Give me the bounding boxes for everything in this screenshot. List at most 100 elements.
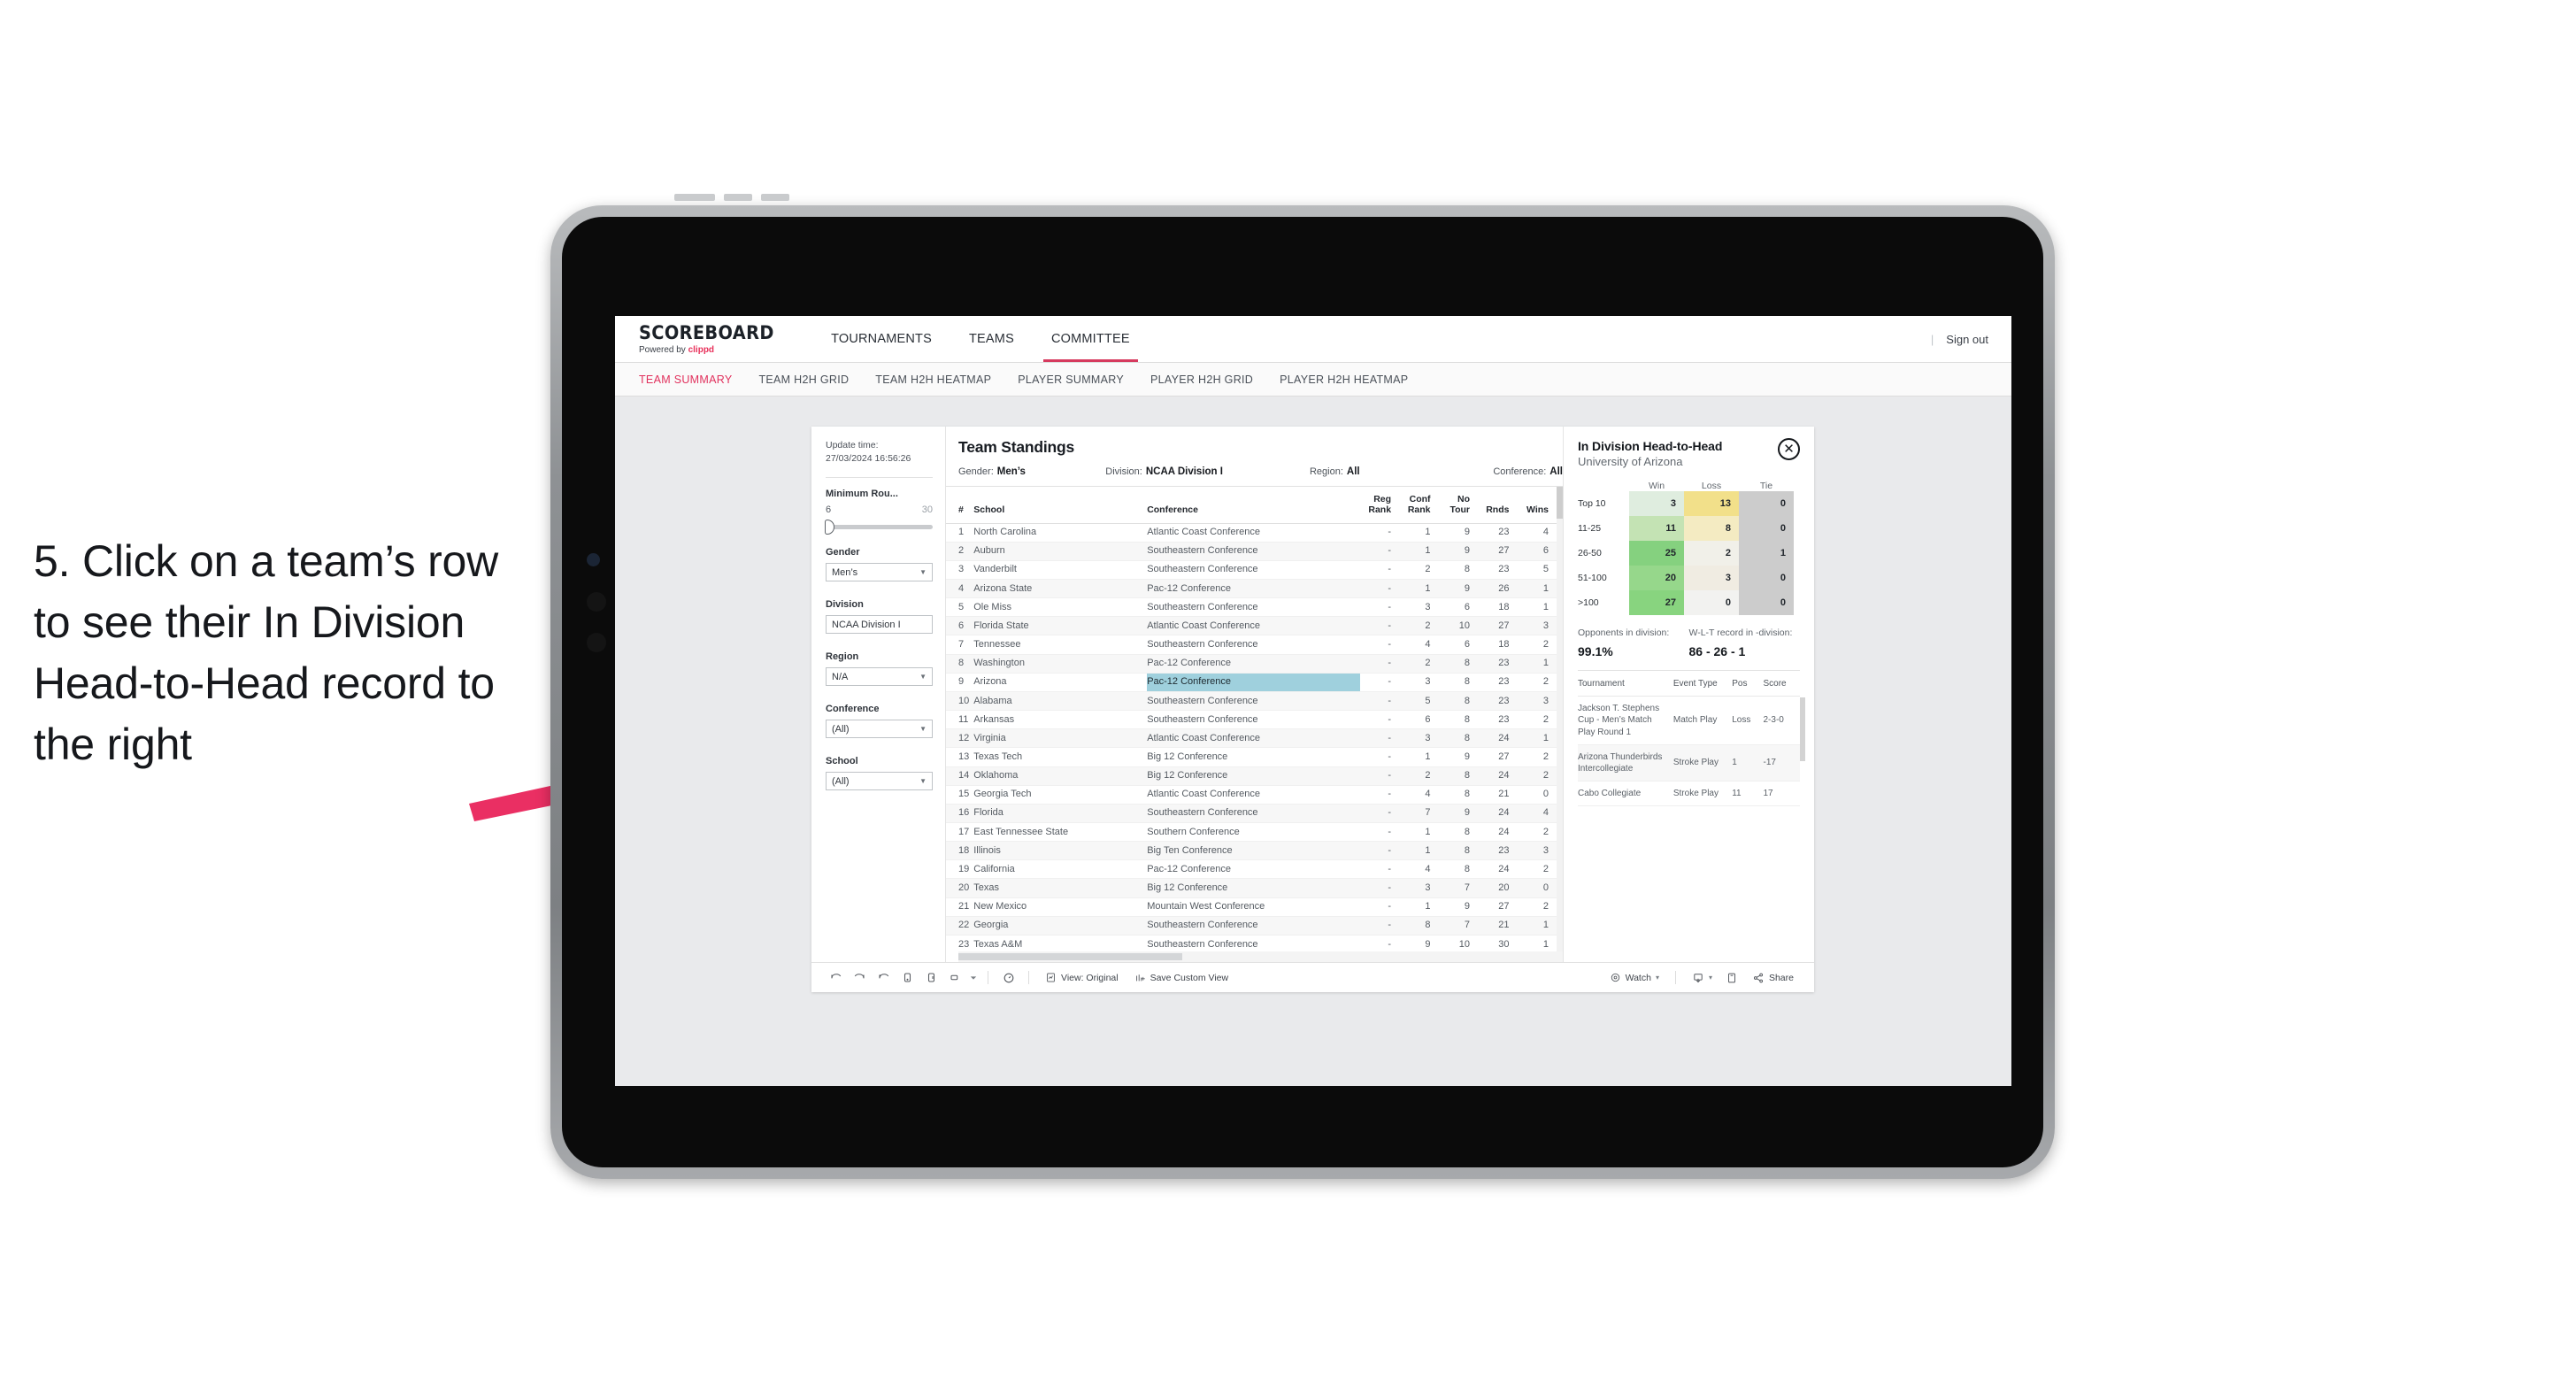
table-row[interactable]: 18 Illinois Big Ten Conference -1 8 23 3 bbox=[946, 841, 1557, 861]
school-select[interactable]: (All) ▼ bbox=[826, 772, 933, 791]
tab-team-h2h-grid[interactable]: TEAM H2H GRID bbox=[758, 373, 849, 386]
cell-conference: Southeastern Conference bbox=[1147, 691, 1360, 712]
cell-no-tour: 9 bbox=[1438, 747, 1478, 767]
table-row[interactable]: 5 Ole Miss Southeastern Conference -3 6 18 1 bbox=[946, 597, 1557, 618]
show-me-icon[interactable] bbox=[996, 971, 1020, 985]
pause-updates-icon[interactable] bbox=[919, 971, 943, 984]
tab-player-h2h-grid[interactable]: PLAYER H2H GRID bbox=[1150, 373, 1253, 386]
signout-link[interactable]: Sign out bbox=[1946, 333, 1988, 346]
cell-school: New Mexico bbox=[973, 897, 1148, 917]
cell-conference: Pac-12 Conference bbox=[1147, 654, 1360, 674]
watch-button[interactable]: Watch ▾ bbox=[1602, 972, 1667, 983]
slider-track[interactable] bbox=[825, 520, 933, 535]
table-row[interactable]: 11 Arkansas Southeastern Conference -6 8 23 2 bbox=[946, 710, 1557, 730]
col-no-tour[interactable]: No Tour bbox=[1438, 487, 1478, 524]
view-original-button[interactable]: View: Original bbox=[1037, 972, 1127, 983]
table-row[interactable]: 2 Auburn Southeastern Conference -1 9 27 6 bbox=[946, 542, 1557, 561]
table-row[interactable]: 22 Georgia Southeastern Conference -8 7 21 1 bbox=[946, 916, 1557, 936]
cell-wins: 4 bbox=[1517, 804, 1557, 824]
chevron-down-icon[interactable] bbox=[967, 974, 980, 982]
col-wins[interactable]: Wins bbox=[1517, 487, 1557, 524]
cell-rnds: 23 bbox=[1478, 673, 1518, 692]
table-row[interactable]: 14 Oklahoma Big 12 Conference -2 8 24 2 bbox=[946, 766, 1557, 786]
region-select[interactable]: N/A ▼ bbox=[826, 667, 933, 687]
refresh-data-icon[interactable] bbox=[896, 971, 919, 984]
heatmap-col-tie: Tie bbox=[1759, 481, 1773, 491]
meta-conference-label: Conference: bbox=[1493, 466, 1547, 477]
tournament-row[interactable]: Jackson T. Stephens Cup - Men’s Match Pl… bbox=[1578, 696, 1800, 745]
standings-meta: Gender: Men’s Division: NCAA Division I Re… bbox=[958, 466, 1563, 486]
col-rank[interactable]: # bbox=[946, 487, 974, 524]
table-row[interactable]: 1 North Carolina Atlantic Coast Conference… bbox=[946, 523, 1557, 543]
cell-rnds: 23 bbox=[1478, 654, 1518, 674]
table-row[interactable]: 4 Arizona State Pac-12 Conference -1 9 26 1 bbox=[946, 579, 1557, 599]
col-tournament: Tournament bbox=[1578, 671, 1673, 697]
fullscreen-icon[interactable] bbox=[1720, 972, 1744, 984]
cell-wins: 1 bbox=[1517, 597, 1557, 618]
tab-team-h2h-heatmap[interactable]: TEAM H2H HEATMAP bbox=[875, 373, 991, 386]
sensor-dot-2 bbox=[587, 633, 606, 652]
nav-teams[interactable]: TEAMS bbox=[950, 316, 1033, 362]
table-row[interactable]: 16 Florida Southeastern Conference -7 9 24 4 bbox=[946, 804, 1557, 824]
undo-icon[interactable] bbox=[824, 971, 848, 984]
table-horizontal-scrollbar[interactable] bbox=[958, 951, 1563, 962]
gender-select[interactable]: Men’s ▼ bbox=[826, 563, 933, 582]
tab-player-h2h-heatmap[interactable]: PLAYER H2H HEATMAP bbox=[1280, 373, 1408, 386]
table-row[interactable]: 10 Alabama Southeastern Conference -5 8 23 3 bbox=[946, 691, 1557, 712]
nav-tournaments[interactable]: TOURNAMENTS bbox=[812, 316, 950, 362]
table-row[interactable]: 20 Texas Big 12 Conference -3 7 20 0 bbox=[946, 878, 1557, 898]
cell-pos: 11 bbox=[1732, 781, 1764, 807]
region-label: Region bbox=[826, 651, 859, 663]
conference-select[interactable]: (All) ▼ bbox=[826, 720, 933, 739]
cell-reg-rank: - bbox=[1359, 804, 1400, 824]
meta-region-label: Region: bbox=[1309, 466, 1343, 477]
save-custom-view-button[interactable]: Save Custom View bbox=[1127, 972, 1237, 983]
scroll-thumb[interactable] bbox=[1557, 487, 1563, 519]
heatmap-cell: 3 bbox=[1629, 491, 1684, 516]
meta-division-value: NCAA Division I bbox=[1145, 466, 1223, 477]
table-row[interactable]: 8 Washington Pac-12 Conference -2 8 23 1 bbox=[946, 654, 1557, 674]
table-row[interactable]: 15 Georgia Tech Atlantic Coast Conference -… bbox=[946, 785, 1557, 805]
scroll-thumb[interactable] bbox=[958, 953, 1182, 960]
tournament-row[interactable]: Arizona Thunderbirds Intercollegiate Stro… bbox=[1578, 744, 1800, 782]
table-row[interactable]: 3 Vanderbilt Southeastern Conference -2 8 23 5 bbox=[946, 560, 1557, 580]
division-select[interactable]: NCAA Division I bbox=[826, 615, 933, 635]
table-row[interactable]: 12 Virginia Atlantic Coast Conference -3 8 24… bbox=[946, 728, 1557, 749]
table-row[interactable]: 7 Tennessee Southeastern Conference -4 6 18 2 bbox=[946, 635, 1557, 655]
redo-icon[interactable] bbox=[848, 971, 872, 984]
table-row[interactable]: 19 California Pac-12 Conference -4 8 24 2 bbox=[946, 859, 1557, 880]
table-row[interactable]: 17 East Tennessee State Southern Conferenc… bbox=[946, 822, 1557, 843]
tab-team-summary[interactable]: TEAM SUMMARY bbox=[639, 373, 732, 386]
col-school[interactable]: School bbox=[973, 487, 1148, 524]
tournament-list-wrap: Tournament Event Type Pos Score Jackson … bbox=[1578, 671, 1805, 807]
cell-rank: 14 bbox=[946, 766, 974, 786]
cell-conference: Southeastern Conference bbox=[1147, 597, 1360, 618]
cell-conf-rank: 3 bbox=[1399, 878, 1439, 898]
table-vertical-scrollbar[interactable] bbox=[1557, 487, 1563, 951]
share-button[interactable]: Share bbox=[1744, 972, 1802, 984]
cell-conference: Southeastern Conference bbox=[1147, 560, 1360, 580]
table-row[interactable]: 13 Texas Tech Big 12 Conference -1 9 27 2 bbox=[946, 747, 1557, 767]
tournament-scrollbar[interactable] bbox=[1800, 697, 1805, 761]
col-rnds[interactable]: Rnds bbox=[1478, 487, 1518, 524]
revert-icon[interactable] bbox=[872, 971, 896, 984]
zoom-select-icon[interactable] bbox=[943, 971, 967, 984]
cell-wins: 2 bbox=[1517, 747, 1557, 767]
tournament-row[interactable]: Cabo Collegiate Stroke Play 11 17 bbox=[1578, 781, 1800, 807]
col-reg-rank[interactable]: Reg Rank bbox=[1359, 487, 1400, 524]
col-conference[interactable]: Conference bbox=[1147, 487, 1360, 524]
close-icon[interactable]: ✕ bbox=[1778, 438, 1800, 460]
tab-player-summary[interactable]: PLAYER SUMMARY bbox=[1018, 373, 1124, 386]
table-row[interactable]: 23 Texas A&M Southeastern Conference -9 10 30… bbox=[946, 935, 1557, 951]
col-conf-rank[interactable]: Conf Rank bbox=[1399, 487, 1439, 524]
table-row[interactable]: 9 Arizona Pac-12 Conference -3 8 23 2 bbox=[946, 673, 1557, 692]
cell-wins: 3 bbox=[1517, 691, 1557, 712]
cell-rnds: 24 bbox=[1478, 822, 1518, 843]
cell-rnds: 30 bbox=[1478, 935, 1518, 951]
table-row[interactable]: 6 Florida State Atlantic Coast Conference -… bbox=[946, 616, 1557, 636]
cell-reg-rank: - bbox=[1359, 935, 1400, 951]
slider-handle[interactable] bbox=[825, 520, 834, 535]
download-button[interactable]: ▾ bbox=[1684, 972, 1720, 984]
nav-committee[interactable]: COMMITTEE bbox=[1033, 316, 1149, 362]
table-row[interactable]: 21 New Mexico Mountain West Conference -1 9 2… bbox=[946, 897, 1557, 917]
